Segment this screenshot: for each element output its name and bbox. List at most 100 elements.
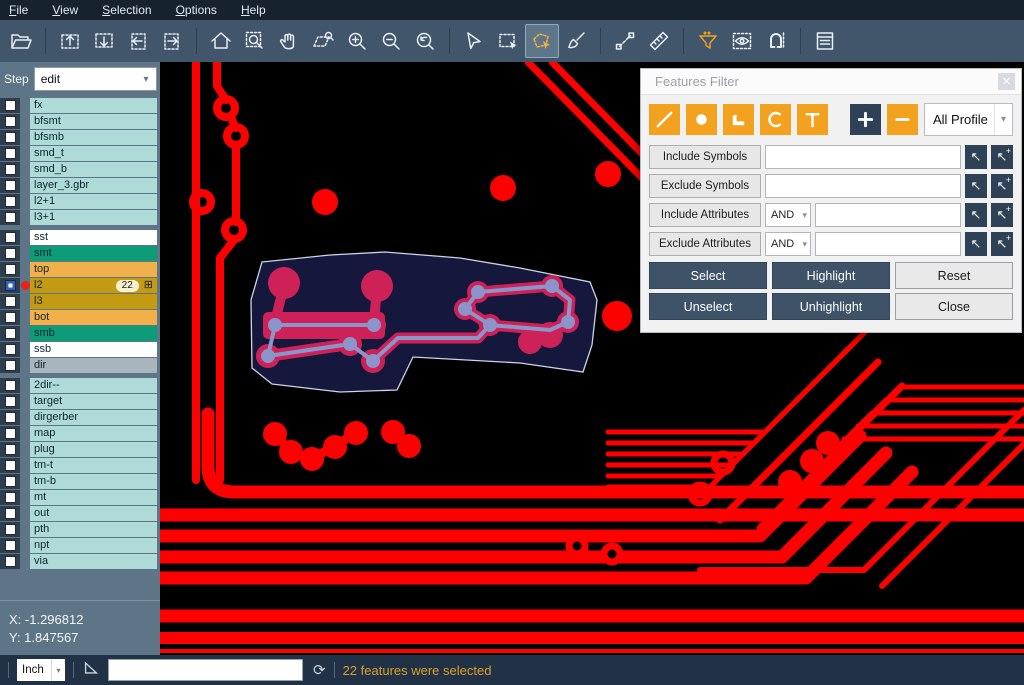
include-attributes-button[interactable]: Include Attributes xyxy=(649,203,761,227)
layer-visibility-checkbox[interactable] xyxy=(5,540,16,551)
layer-label[interactable]: l3 xyxy=(30,294,157,309)
pick-symbol-add-button[interactable]: ↖+ xyxy=(991,174,1013,198)
layer-label[interactable]: smd_t xyxy=(30,146,157,161)
layer-row-bfsmb[interactable]: bfsmb xyxy=(0,130,160,145)
layer-visibility-checkbox[interactable] xyxy=(5,328,16,339)
exclude-attributes-logic-select[interactable]: AND ▾ xyxy=(765,232,811,256)
zoom-previous-button[interactable] xyxy=(408,24,442,58)
layer-row-dirgerber[interactable]: dirgerber xyxy=(0,410,160,425)
layer-visibility-checkbox[interactable] xyxy=(5,556,16,567)
pan-up-button[interactable] xyxy=(53,24,87,58)
layer-label[interactable]: target xyxy=(30,394,157,409)
filter-type-pad-button[interactable] xyxy=(686,104,717,135)
filter-type-line-button[interactable] xyxy=(649,104,680,135)
select-rectangle-button[interactable] xyxy=(491,24,525,58)
layer-row-npt[interactable]: npt xyxy=(0,538,160,553)
layer-label[interactable]: mt xyxy=(30,490,157,505)
layer-row-tm-b[interactable]: tm-b xyxy=(0,474,160,489)
layer-label[interactable]: layer_3.gbr xyxy=(30,178,157,193)
view-options-button[interactable] xyxy=(725,24,759,58)
layer-row-tm-t[interactable]: tm-t xyxy=(0,458,160,473)
layer-label[interactable]: 2dir-- xyxy=(30,378,157,393)
home-view-button[interactable] xyxy=(204,24,238,58)
filter-type-text-button[interactable] xyxy=(797,104,828,135)
layer-label[interactable]: dirgerber xyxy=(30,410,157,425)
layer-row-map[interactable]: map xyxy=(0,426,160,441)
layer-visibility-checkbox[interactable] xyxy=(5,380,16,391)
layer-row-smb[interactable]: smb xyxy=(0,326,160,341)
layer-row-l3+1[interactable]: l3+1 xyxy=(0,210,160,225)
include-attributes-input[interactable] xyxy=(815,203,961,227)
layer-visibility-checkbox[interactable] xyxy=(5,132,16,143)
layer-label[interactable]: out xyxy=(30,506,157,521)
menu-selection[interactable]: Selection xyxy=(102,3,151,17)
layer-row-l3[interactable]: l3 xyxy=(0,294,160,309)
layer-row-2dir--[interactable]: 2dir-- xyxy=(0,378,160,393)
layer-visibility-checkbox[interactable] xyxy=(5,212,16,223)
highlight-button[interactable]: Highlight xyxy=(772,262,890,289)
close-button[interactable]: Close xyxy=(895,293,1013,320)
open-file-button[interactable] xyxy=(4,24,38,58)
layer-visibility-checkbox[interactable] xyxy=(5,492,16,503)
layer-label[interactable]: dir xyxy=(30,358,157,373)
include-symbols-button[interactable]: Include Symbols xyxy=(649,145,761,169)
layer-label[interactable]: ssb xyxy=(30,342,157,357)
pick-attribute-add-button[interactable]: ↖+ xyxy=(991,203,1013,227)
profile-select[interactable]: All Profile ▾ xyxy=(924,103,1013,136)
layer-label[interactable]: bfsmb xyxy=(30,130,157,145)
layer-row-fx[interactable]: fx xyxy=(0,98,160,113)
layer-row-out[interactable]: out xyxy=(0,506,160,521)
layer-row-smd_t[interactable]: smd_t xyxy=(0,146,160,161)
layer-row-dir[interactable]: dir xyxy=(0,358,160,373)
unit-select[interactable]: Inch ▾ xyxy=(17,659,65,681)
zoom-in-button[interactable] xyxy=(340,24,374,58)
exclude-attributes-input[interactable] xyxy=(815,232,961,256)
features-filter-button[interactable] xyxy=(691,24,725,58)
layer-visibility-checkbox[interactable] xyxy=(5,232,16,243)
exclude-symbols-input[interactable] xyxy=(765,174,961,198)
pick-attribute-add-button[interactable]: ↖+ xyxy=(991,232,1013,256)
unselect-button[interactable]: Unselect xyxy=(649,293,767,320)
layer-row-bot[interactable]: bot xyxy=(0,310,160,325)
layer-visibility-checkbox[interactable] xyxy=(5,476,16,487)
pick-attribute-button[interactable]: ↖ xyxy=(965,232,987,256)
layer-visibility-checkbox[interactable] xyxy=(5,360,16,371)
filter-type-surface-button[interactable] xyxy=(723,104,754,135)
layer-visibility-checkbox[interactable] xyxy=(5,296,16,307)
filter-type-arc-button[interactable] xyxy=(760,104,791,135)
layer-label[interactable]: map xyxy=(30,426,157,441)
step-select[interactable]: edit ▾ xyxy=(34,67,157,91)
layer-visibility-checkbox[interactable] xyxy=(5,524,16,535)
pan-left-button[interactable] xyxy=(121,24,155,58)
exclude-attributes-button[interactable]: Exclude Attributes xyxy=(649,232,761,256)
select-polygon-button[interactable] xyxy=(525,24,559,58)
layer-label[interactable]: bot xyxy=(30,310,157,325)
pick-symbol-button[interactable]: ↖ xyxy=(965,174,987,198)
pan-down-button[interactable] xyxy=(87,24,121,58)
close-icon[interactable]: ✕ xyxy=(998,73,1015,90)
layer-visibility-checkbox[interactable] xyxy=(5,412,16,423)
report-button[interactable] xyxy=(808,24,842,58)
layer-row-mt[interactable]: mt xyxy=(0,490,160,505)
filter-remove-button[interactable] xyxy=(887,104,918,135)
layer-label[interactable]: tm-t xyxy=(30,458,157,473)
dialog-titlebar[interactable]: Features Filter ✕ xyxy=(641,69,1021,95)
include-symbols-input[interactable] xyxy=(765,145,961,169)
corner-measure-icon[interactable] xyxy=(82,659,100,682)
layer-row-plug[interactable]: plug xyxy=(0,442,160,457)
layer-label[interactable]: smd_b xyxy=(30,162,157,177)
layer-visibility-checkbox[interactable] xyxy=(5,344,16,355)
layer-label[interactable]: smt xyxy=(30,246,157,261)
zoom-out-button[interactable] xyxy=(374,24,408,58)
layer-row-top[interactable]: top xyxy=(0,262,160,277)
layer-row-layer_3.gbr[interactable]: layer_3.gbr xyxy=(0,178,160,193)
layer-label[interactable]: smb xyxy=(30,326,157,341)
layer-visibility-checkbox[interactable] xyxy=(5,264,16,275)
filter-add-button[interactable] xyxy=(850,104,881,135)
layer-label[interactable]: tm-b xyxy=(30,474,157,489)
layer-visibility-checkbox[interactable] xyxy=(5,280,16,291)
layer-label[interactable]: pth xyxy=(30,522,157,537)
menu-file[interactable]: File xyxy=(9,3,28,17)
pan-hand-button[interactable] xyxy=(272,24,306,58)
layer-visibility-checkbox[interactable] xyxy=(5,396,16,407)
